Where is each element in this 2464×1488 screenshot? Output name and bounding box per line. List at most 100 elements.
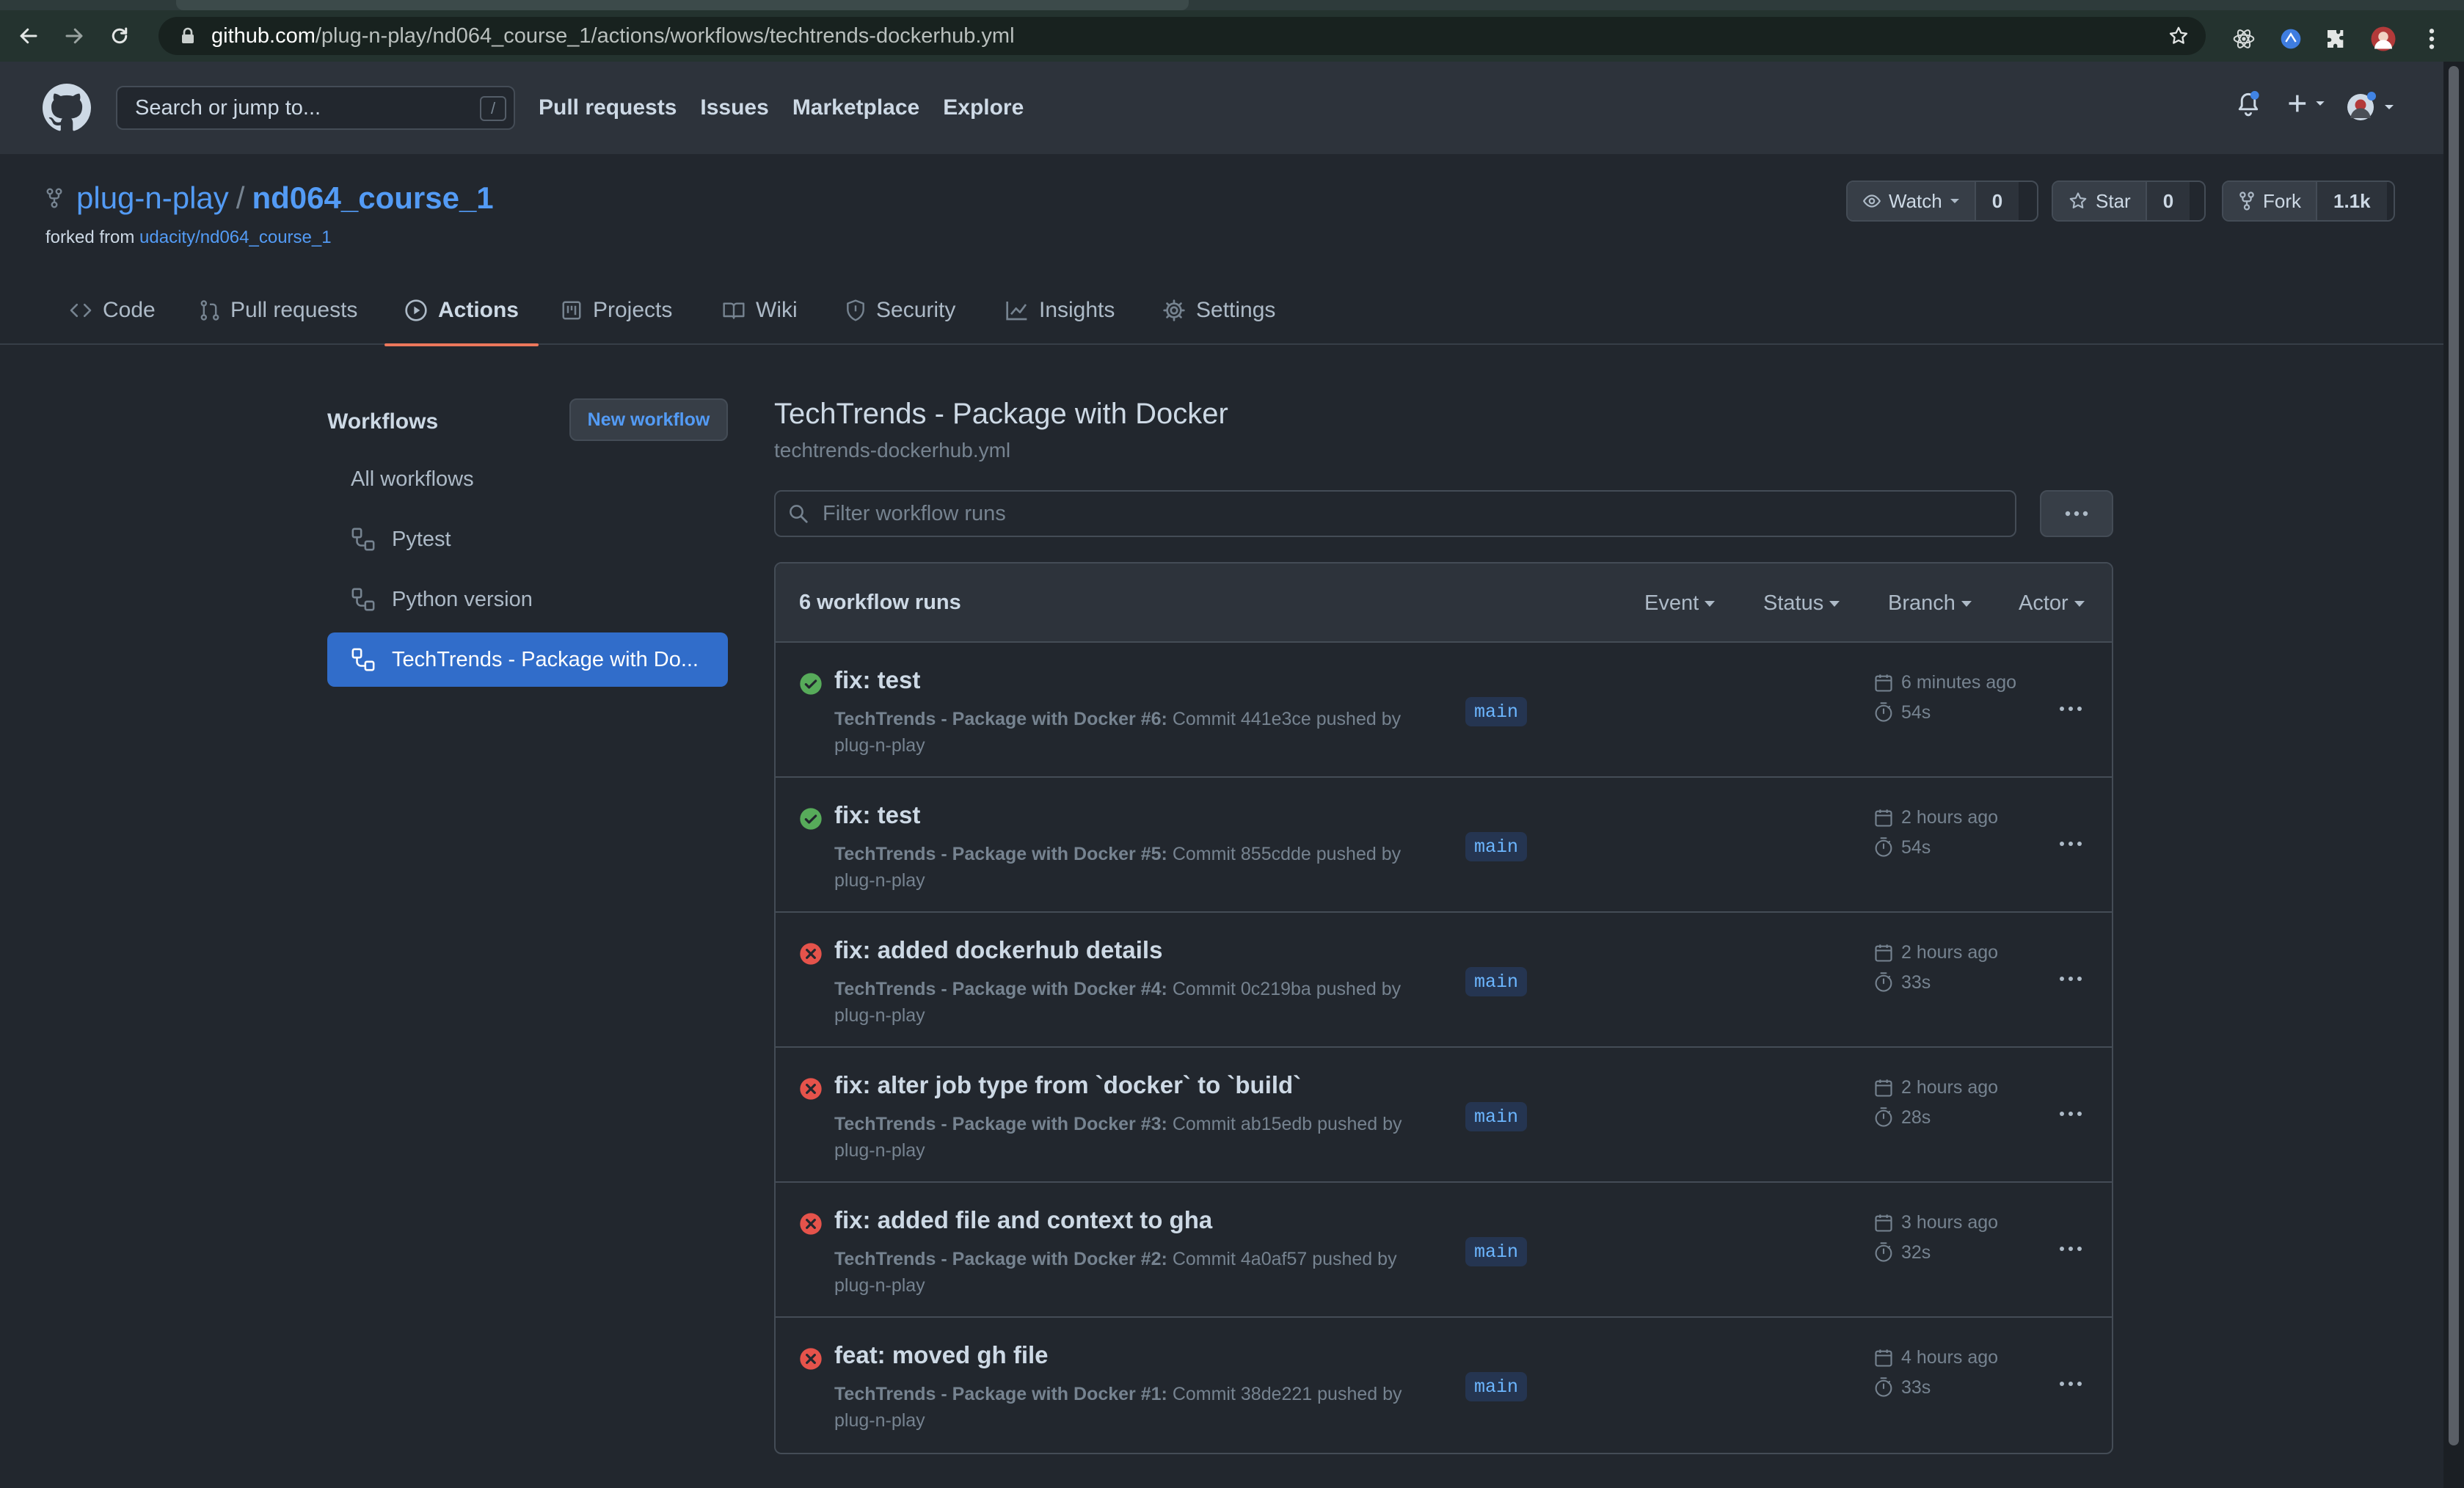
sidebar-item-python-version[interactable]: Python version <box>327 572 728 627</box>
run-actor[interactable]: plug-n-play <box>834 1140 925 1161</box>
run-commit-detail: Commit 4a0af57 pushed by <box>1172 1249 1397 1269</box>
tab-code[interactable]: Code <box>69 276 156 345</box>
workflow-run-row[interactable]: fix: alter job type from `docker` to `bu… <box>776 1048 2112 1183</box>
run-commit-detail: Commit 0c219ba pushed by <box>1172 979 1402 999</box>
run-title-link[interactable]: feat: moved gh file <box>834 1341 1049 1369</box>
branch-label[interactable]: main <box>1465 1372 1528 1401</box>
workflow-run-row[interactable]: fix: added dockerhub details TechTrends … <box>776 913 2112 1048</box>
search-placeholder: Search or jump to... <box>135 95 321 120</box>
filter-workflow-runs[interactable] <box>774 490 2016 537</box>
address-bar[interactable]: github.com/plug-n-play/nd064_course_1/ac… <box>158 17 2206 55</box>
run-meta: TechTrends - Package with Docker #5: Com… <box>834 841 1436 894</box>
back-arrow-icon[interactable] <box>9 16 48 56</box>
watch-count[interactable]: 0 <box>1975 182 2019 220</box>
workflow-more-button[interactable] <box>2040 490 2113 537</box>
extensions-puzzle-icon[interactable] <box>2323 26 2350 52</box>
caret-down-icon <box>2074 600 2085 607</box>
workflow-run-row[interactable]: fix: test TechTrends - Package with Dock… <box>776 643 2112 778</box>
actor-filter-label: Actor <box>2019 591 2068 615</box>
forked-source-link[interactable]: udacity/nd064_course_1 <box>139 227 332 247</box>
branch-label[interactable]: main <box>1465 1237 1528 1266</box>
branch-label[interactable]: main <box>1465 967 1528 996</box>
sidebar-item-all-workflows[interactable]: All workflows <box>327 452 728 506</box>
tab-pull-requests[interactable]: Pull requests <box>200 276 357 345</box>
run-title-link[interactable]: fix: test <box>834 801 920 829</box>
workflow-file-link[interactable]: techtrends-dockerhub.yml <box>774 439 1010 462</box>
forward-arrow-icon[interactable] <box>54 16 94 56</box>
actor-filter-dropdown[interactable]: Actor <box>2019 591 2085 616</box>
status-filter-dropdown[interactable]: Status <box>1763 591 1840 616</box>
run-actor[interactable]: plug-n-play <box>834 1410 925 1431</box>
watch-button[interactable]: Watch <box>1848 182 1976 220</box>
repo-owner-link[interactable]: plug-n-play <box>76 180 229 216</box>
run-time-ago-text: 2 hours ago <box>1901 942 1999 963</box>
sidebar-item-techtrends[interactable]: TechTrends - Package with Do... <box>327 632 728 687</box>
notifications-bell-icon[interactable] <box>2235 91 2261 119</box>
star-count[interactable]: 0 <box>2146 182 2190 220</box>
tab-projects[interactable]: Projects <box>561 276 672 345</box>
stopwatch-icon <box>1875 1377 1892 1397</box>
workflow-run-row[interactable]: fix: test TechTrends - Package with Dock… <box>776 778 2112 913</box>
run-time-ago-text: 6 minutes ago <box>1901 672 2017 693</box>
run-workflow-name: TechTrends - Package with Docker #3: <box>834 1114 1167 1134</box>
nav-issues[interactable]: Issues <box>700 95 768 120</box>
tab-actions[interactable]: Actions <box>384 276 539 346</box>
scrollbar-thumb[interactable] <box>2449 66 2459 1445</box>
star-button[interactable]: Star <box>2053 182 2147 220</box>
tab-insights[interactable]: Insights <box>1005 276 1115 345</box>
play-circle-icon <box>405 299 427 321</box>
run-more-options-icon[interactable] <box>2052 964 2089 993</box>
browser-menu-icon[interactable] <box>2419 26 2445 52</box>
filter-input[interactable] <box>823 501 1923 526</box>
run-actor[interactable]: plug-n-play <box>834 735 925 756</box>
lock-icon <box>181 27 195 45</box>
run-title-link[interactable]: fix: test <box>834 666 920 694</box>
run-more-options-icon[interactable] <box>2052 1099 2089 1128</box>
workflow-run-row[interactable]: fix: added file and context to gha TechT… <box>776 1183 2112 1318</box>
tab-wiki[interactable]: Wiki <box>722 276 798 345</box>
run-more-options-icon[interactable] <box>2052 694 2089 723</box>
run-more-options-icon[interactable] <box>2052 1234 2089 1263</box>
run-more-options-icon[interactable] <box>2052 829 2089 858</box>
run-time-ago: 6 minutes ago <box>1873 672 2016 693</box>
branch-label[interactable]: main <box>1465 1102 1528 1131</box>
run-more-options-icon[interactable] <box>2052 1369 2089 1398</box>
run-title-link[interactable]: fix: added file and context to gha <box>834 1206 1212 1234</box>
new-workflow-button[interactable]: New workflow <box>569 398 728 441</box>
nav-pull-requests[interactable]: Pull requests <box>539 95 677 120</box>
branch-label[interactable]: main <box>1465 697 1528 726</box>
reload-icon[interactable] <box>100 16 139 56</box>
tab-settings[interactable]: Settings <box>1162 276 1275 345</box>
user-avatar-dropdown[interactable] <box>2345 91 2398 123</box>
run-time-ago: 2 hours ago <box>1873 942 1998 963</box>
github-logo-icon[interactable] <box>43 84 91 132</box>
branch-filter-dropdown[interactable]: Branch <box>1888 591 1972 616</box>
extension-globe-icon[interactable] <box>2278 26 2304 52</box>
create-new-dropdown[interactable] <box>2286 91 2329 116</box>
run-duration-text: 33s <box>1901 971 1931 993</box>
workflow-run-row[interactable]: feat: moved gh file TechTrends - Package… <box>776 1318 2112 1453</box>
bookmark-star-icon[interactable] <box>2168 25 2190 47</box>
run-actor[interactable]: plug-n-play <box>834 1005 925 1026</box>
run-workflow-name: TechTrends - Package with Docker #5: <box>834 844 1167 864</box>
nav-marketplace[interactable]: Marketplace <box>792 95 919 120</box>
run-actor[interactable]: plug-n-play <box>834 1275 925 1296</box>
fork-button[interactable]: Fork <box>2223 182 2317 220</box>
repo-name-link[interactable]: nd064_course_1 <box>252 180 493 216</box>
tab-security[interactable]: Security <box>845 276 955 345</box>
nav-explore[interactable]: Explore <box>943 95 1024 120</box>
run-title-link[interactable]: fix: alter job type from `docker` to `bu… <box>834 1071 1301 1099</box>
url-host: github.com <box>211 23 316 48</box>
sidebar-item-pytest[interactable]: Pytest <box>327 512 728 566</box>
event-filter-dropdown[interactable]: Event <box>1644 591 1716 616</box>
run-title-link[interactable]: fix: added dockerhub details <box>834 936 1162 964</box>
search-input[interactable]: Search or jump to... / <box>116 86 515 130</box>
browser-profile-avatar[interactable] <box>2370 26 2396 52</box>
branch-label[interactable]: main <box>1465 832 1528 861</box>
workflow-runs-list: 6 workflow runs Event Status Branch Acto… <box>774 562 2113 1454</box>
page-scrollbar[interactable] <box>2443 62 2464 1488</box>
react-devtools-icon[interactable] <box>2231 26 2257 52</box>
browser-active-tab[interactable] <box>176 0 1189 10</box>
run-actor[interactable]: plug-n-play <box>834 870 925 891</box>
fork-count[interactable]: 1.1k <box>2317 182 2387 220</box>
